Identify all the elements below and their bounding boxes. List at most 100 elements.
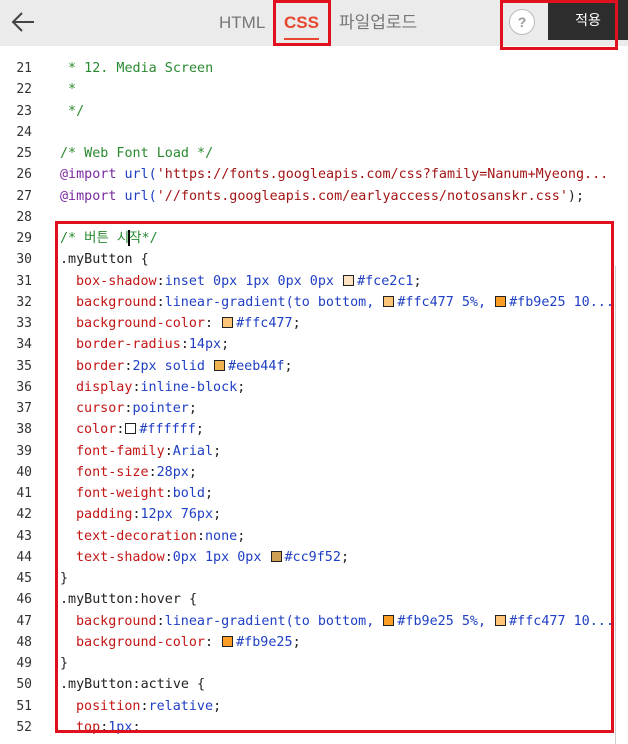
code-line[interactable]: 29 /* 버튼 시작*/ bbox=[0, 228, 628, 249]
back-button[interactable] bbox=[8, 8, 38, 36]
code-token: text-decoration bbox=[76, 528, 197, 544]
line-number: 43 bbox=[16, 528, 32, 544]
code-text: display:inline-block; bbox=[60, 377, 245, 398]
code-token: .myButton:active { bbox=[60, 677, 206, 693]
code-token: : bbox=[164, 549, 173, 565]
code-token: background bbox=[76, 294, 157, 310]
color-swatch[interactable] bbox=[383, 295, 395, 307]
code-line[interactable]: 39 font-family:Arial; bbox=[0, 441, 628, 462]
code-text: * bbox=[60, 79, 76, 100]
code-text: .myButton { bbox=[60, 249, 149, 270]
line-number: 50 bbox=[16, 677, 32, 693]
code-token: /* Web Font Load */ bbox=[60, 146, 214, 161]
code-token: } bbox=[60, 571, 69, 586]
code-line[interactable]: 52 top:1px; bbox=[0, 717, 628, 738]
color-swatch[interactable] bbox=[125, 423, 137, 435]
color-swatch[interactable] bbox=[214, 359, 226, 371]
code-line[interactable]: 24 bbox=[0, 122, 628, 143]
code-token: 작*/ bbox=[129, 231, 158, 246]
code-token: #fce2c1 bbox=[357, 273, 414, 289]
code-line[interactable]: 25 /* Web Font Load */ bbox=[0, 143, 628, 164]
code-token: ; bbox=[413, 273, 422, 289]
apply-button[interactable]: 적용 bbox=[548, 0, 628, 40]
code-token: ; bbox=[188, 401, 197, 416]
line-number: 24 bbox=[16, 124, 32, 140]
code-line[interactable]: 40 font-size:28px; bbox=[0, 462, 628, 483]
code-line[interactable]: 44 text-shadow:0px 1px 0px #cc9f52; bbox=[0, 547, 628, 568]
code-token: ; bbox=[221, 337, 230, 353]
code-text: font-size:28px; bbox=[60, 462, 197, 483]
code-line[interactable]: 28 bbox=[0, 207, 628, 228]
code-line[interactable]: 34 border-radius:14px; bbox=[0, 334, 628, 355]
code-token: ; bbox=[205, 486, 214, 501]
code-line[interactable]: 45} bbox=[0, 568, 628, 589]
code-line[interactable]: 31 box-shadow:inset 0px 1px 0px 0px #fce2… bbox=[0, 271, 628, 292]
color-swatch[interactable] bbox=[222, 635, 234, 647]
code-token: pointer bbox=[132, 401, 189, 416]
code-token: : bbox=[148, 464, 157, 480]
line-number: 26 bbox=[16, 167, 32, 183]
code-text: background:linear-gradient(to bottom, #f… bbox=[60, 292, 614, 313]
code-line[interactable]: 48 background-color: #fb9e25; bbox=[0, 632, 628, 653]
help-button[interactable]: ? bbox=[509, 9, 535, 35]
code-token: ; bbox=[237, 528, 246, 544]
code-token: : bbox=[196, 528, 205, 544]
line-number: 46 bbox=[16, 592, 32, 608]
code-line[interactable]: 27 @import url('//fonts.googleapis.com/ea… bbox=[0, 186, 628, 207]
code-text: /* 버튼 시작*/ bbox=[60, 228, 158, 249]
code-line[interactable]: 35 border:2px solid #eeb44f; bbox=[0, 356, 628, 377]
code-token: bold bbox=[172, 486, 205, 501]
code-token: font-size bbox=[76, 464, 149, 480]
tab-css[interactable]: CSS bbox=[284, 12, 319, 40]
code-line[interactable]: 38 color: #ffffff; bbox=[0, 419, 628, 440]
css-code-editor[interactable]: 21 * 12. Media Screen 22 * 23 */ 24 25/* Web… bbox=[0, 46, 628, 744]
code-line[interactable]: 47 background:linear-gradient(to bottom, … bbox=[0, 611, 628, 632]
code-token: ; bbox=[213, 507, 222, 523]
code-line[interactable]: 36 display:inline-block; bbox=[0, 377, 628, 398]
code-token: border bbox=[76, 358, 125, 374]
code-line[interactable]: 30 .myButton { bbox=[0, 249, 628, 270]
line-number: 45 bbox=[16, 571, 32, 586]
code-token: #ffffff bbox=[139, 422, 196, 438]
code-line[interactable]: 26 @import url('https://fonts.googleapis.… bbox=[0, 164, 628, 185]
line-number: 37 bbox=[16, 401, 32, 416]
code-token: /* 버튼 시 bbox=[60, 231, 130, 246]
color-swatch[interactable] bbox=[270, 550, 282, 562]
code-line[interactable]: 46 .myButton:hover { bbox=[0, 589, 628, 610]
code-token: ; bbox=[132, 719, 141, 735]
code-token: : bbox=[156, 273, 165, 289]
color-swatch[interactable] bbox=[495, 614, 507, 626]
code-token: padding bbox=[76, 507, 133, 523]
tab-file-upload[interactable]: 파일업로드 bbox=[339, 12, 417, 36]
color-swatch[interactable] bbox=[495, 295, 507, 307]
tab-html[interactable]: HTML bbox=[219, 12, 265, 36]
color-swatch[interactable] bbox=[383, 614, 395, 626]
code-text: background-color: #ffc477; bbox=[60, 313, 301, 334]
line-number: 21 bbox=[16, 61, 32, 76]
code-line[interactable]: 50 .myButton:active { bbox=[0, 674, 628, 695]
code-line[interactable]: 22 * bbox=[0, 79, 628, 100]
code-line[interactable]: 37 cursor:pointer; bbox=[0, 398, 628, 419]
code-line[interactable]: 33 background-color: #ffc477; bbox=[0, 313, 628, 334]
code-text: top:1px; bbox=[60, 717, 141, 738]
code-line[interactable]: 23 */ bbox=[0, 101, 628, 122]
code-line[interactable]: 43 text-decoration:none; bbox=[0, 526, 628, 547]
code-line[interactable]: 21 * 12. Media Screen bbox=[0, 58, 628, 79]
editor-toolbar: HTML CSS 파일업로드 ? 적용 bbox=[0, 0, 628, 46]
color-swatch[interactable] bbox=[343, 274, 355, 286]
color-swatch[interactable] bbox=[222, 317, 234, 328]
code-token: ; bbox=[292, 316, 301, 331]
code-line[interactable]: 49} bbox=[0, 653, 628, 674]
back-arrow-icon bbox=[11, 12, 34, 32]
code-token: #fb9e25 5%, bbox=[397, 613, 495, 629]
code-text: font-weight:bold; bbox=[60, 483, 213, 504]
code-line[interactable]: 32 background:linear-gradient(to bottom, … bbox=[0, 292, 628, 313]
code-token: ; bbox=[213, 698, 222, 714]
code-token: background-color bbox=[76, 316, 205, 331]
code-token: : bbox=[132, 507, 141, 523]
code-line[interactable]: 41 font-weight:bold; bbox=[0, 483, 628, 504]
code-token: #cc9f52 bbox=[284, 549, 341, 565]
code-line[interactable]: 51 position:relative; bbox=[0, 696, 628, 717]
code-line[interactable]: 42 padding:12px 76px; bbox=[0, 504, 628, 525]
code-token: inline-block bbox=[140, 379, 238, 395]
